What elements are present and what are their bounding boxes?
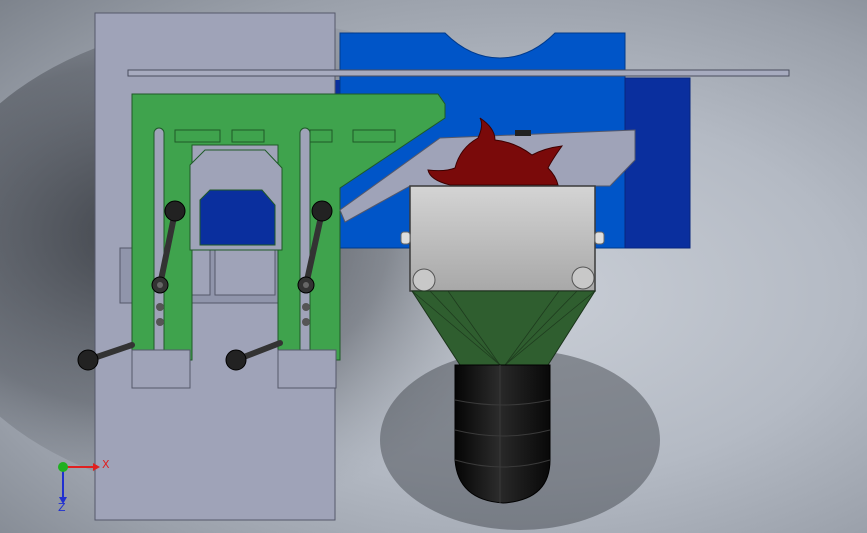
bracket-foot-left: [131, 349, 191, 389]
bracket-foot-right: [277, 349, 337, 389]
triad-x-label: X: [102, 458, 110, 471]
dust-hose: [454, 364, 551, 504]
triad-z-label: Z: [58, 501, 66, 514]
coordinate-triad: [58, 462, 100, 504]
top-rail: [127, 69, 790, 77]
cad-viewport[interactable]: X Z: [0, 0, 867, 533]
motor-box: [400, 185, 605, 292]
triad-y-origin: [58, 462, 68, 472]
cad-model-view: [0, 12, 790, 530]
